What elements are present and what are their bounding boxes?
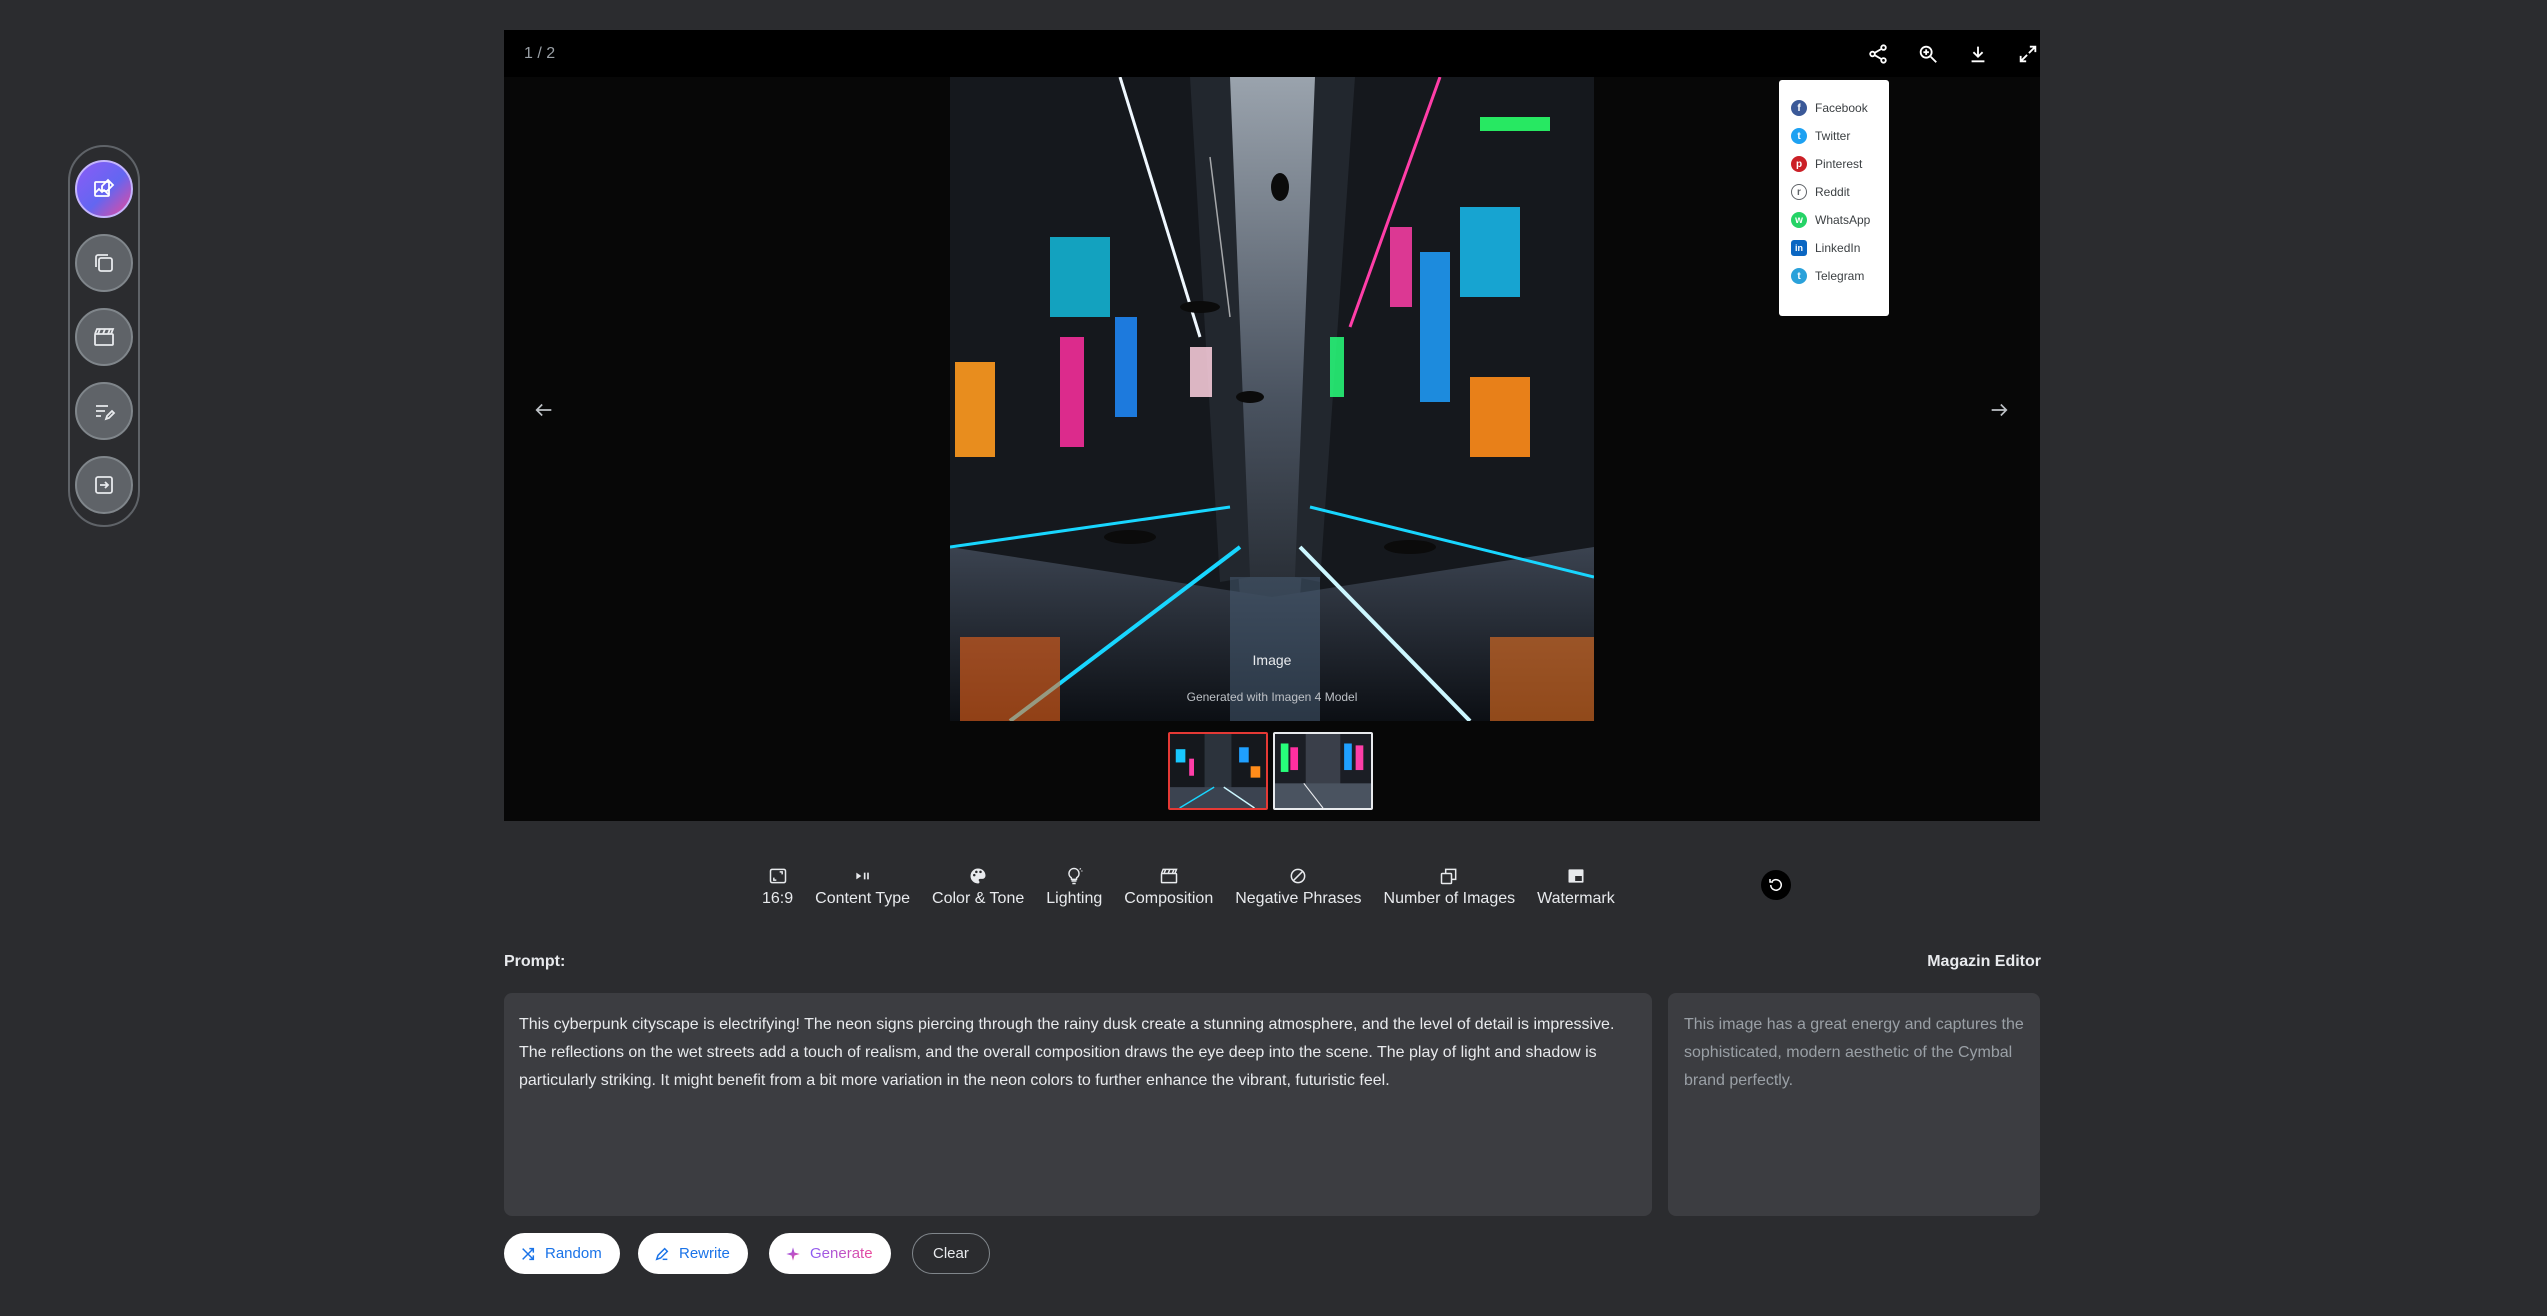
image-caption-title: Image [1252,652,1292,668]
thumbnail-image [1170,734,1266,808]
generated-image[interactable]: Image Generated with Imagen 4 Model [950,77,1594,721]
share-menu: f Facebook t Twitter p Pinterest r Reddi… [1779,80,1889,316]
arrow-right-icon [1991,403,2008,417]
image-caption-subtitle: Generated with Imagen 4 Model [1186,690,1358,704]
option-number-of-images[interactable]: Number of Images [1383,866,1516,908]
clapperboard-icon [94,328,115,346]
option-label: Negative Phrases [1235,890,1362,907]
arrow-left-icon [535,403,552,417]
reddit-icon: r [1791,184,1807,200]
image-remix-button[interactable] [75,234,133,292]
fullscreen-button[interactable] [2015,41,2041,67]
share-twitter[interactable]: t Twitter [1779,122,1889,150]
prompt-textarea[interactable]: This cyberpunk cityscape is electrifying… [504,993,1652,1216]
zoom-button[interactable] [1915,41,1941,67]
download-icon [1971,46,1985,63]
option-lighting[interactable]: Lighting [1046,866,1102,908]
clear-label: Clear [933,1245,969,1262]
sparkle-icon [786,1246,800,1261]
share-reddit[interactable]: r Reddit [1779,178,1889,206]
content-type-icon [855,872,869,880]
previous-image-button[interactable] [524,390,564,430]
random-button[interactable]: Random [504,1233,620,1274]
rewrite-button[interactable]: Rewrite [638,1233,748,1274]
generate-button[interactable]: Generate [769,1233,891,1274]
telegram-icon: t [1791,268,1807,284]
linkedin-icon: in [1791,240,1807,256]
pinterest-icon: p [1791,156,1807,172]
option-label: 16:9 [762,890,794,907]
option-negative-phrases[interactable]: Negative Phrases [1235,866,1362,908]
generate-label: Generate [810,1245,873,1262]
viewer-toolbar [504,30,2040,77]
rewrite-pen-icon [655,1247,669,1260]
image-counter: 1 / 2 [524,45,556,62]
option-label: Content Type [815,890,911,907]
facebook-icon: f [1791,100,1807,116]
block-icon [1290,868,1306,884]
option-label: Watermark [1537,890,1615,907]
whatsapp-icon: w [1791,212,1807,228]
next-image-button[interactable] [1979,390,2019,430]
option-label: Color & Tone [932,890,1025,907]
reset-icon [1769,878,1782,891]
aspect-ratio-icon [769,868,786,884]
zoom-icon [1919,45,1937,63]
share-item-label: Pinterest [1815,157,1863,171]
fullscreen-icon [2019,45,2037,63]
option-color-tone[interactable]: Color & Tone [932,866,1024,908]
share-icon [1869,44,1887,64]
image-options-toolbar: 16:9 Content Type Color & Tone Lighting … [762,858,1637,908]
thumbnail-1[interactable] [1168,732,1268,810]
editor-label: Magazin Editor [1927,953,2041,970]
prompt-label: Prompt: [504,953,566,970]
image-edit-icon [94,178,115,197]
thumbnail-2[interactable] [1273,732,1373,810]
shuffle-icon [522,1247,535,1260]
images-stack-icon [1441,868,1457,885]
option-aspect-ratio[interactable]: 16:9 [762,866,793,908]
share-whatsapp[interactable]: w WhatsApp [1779,206,1889,234]
image-viewer: 1 / 2 f Facebook t Twitter p Pinterest r… [504,30,2040,821]
thumbnail-image [1275,734,1371,808]
import-icon [95,476,113,494]
palette-icon [970,868,986,884]
share-item-label: Twitter [1815,129,1851,143]
share-facebook[interactable]: f Facebook [1779,94,1889,122]
lightbulb-icon [1068,867,1083,885]
share-item-label: Telegram [1815,269,1865,283]
import-button[interactable] [75,456,133,514]
clear-button[interactable]: Clear [912,1233,990,1274]
option-watermark[interactable]: Watermark [1537,866,1615,908]
rewrite-label: Rewrite [679,1245,730,1262]
share-item-label: WhatsApp [1815,213,1871,227]
share-linkedin[interactable]: in LinkedIn [1779,234,1889,262]
share-pinterest[interactable]: p Pinterest [1779,150,1889,178]
option-label: Number of Images [1383,890,1516,907]
option-label: Composition [1124,890,1214,907]
text-edit-icon [96,405,116,421]
twitter-icon: t [1791,128,1807,144]
share-item-label: Reddit [1815,185,1850,199]
share-item-label: LinkedIn [1815,241,1861,255]
side-toolbar [68,145,140,527]
image-edit-button[interactable] [75,160,133,218]
text-edit-button[interactable] [75,382,133,440]
image-remix-icon [95,254,113,272]
download-button[interactable] [1965,41,1991,67]
random-label: Random [545,1245,602,1262]
option-label: Lighting [1046,890,1103,907]
editor-comment[interactable]: This image has a great energy and captur… [1668,993,2040,1216]
share-item-label: Facebook [1815,101,1868,115]
reset-options-button[interactable] [1761,870,1791,900]
composition-icon [1160,868,1178,884]
option-composition[interactable]: Composition [1124,866,1213,908]
option-content-type[interactable]: Content Type [815,866,910,908]
watermark-icon [1568,869,1584,883]
storyboard-button[interactable] [75,308,133,366]
share-telegram[interactable]: t Telegram [1779,262,1889,290]
cyberpunk-city-image [950,77,1594,721]
share-button[interactable] [1865,41,1891,67]
